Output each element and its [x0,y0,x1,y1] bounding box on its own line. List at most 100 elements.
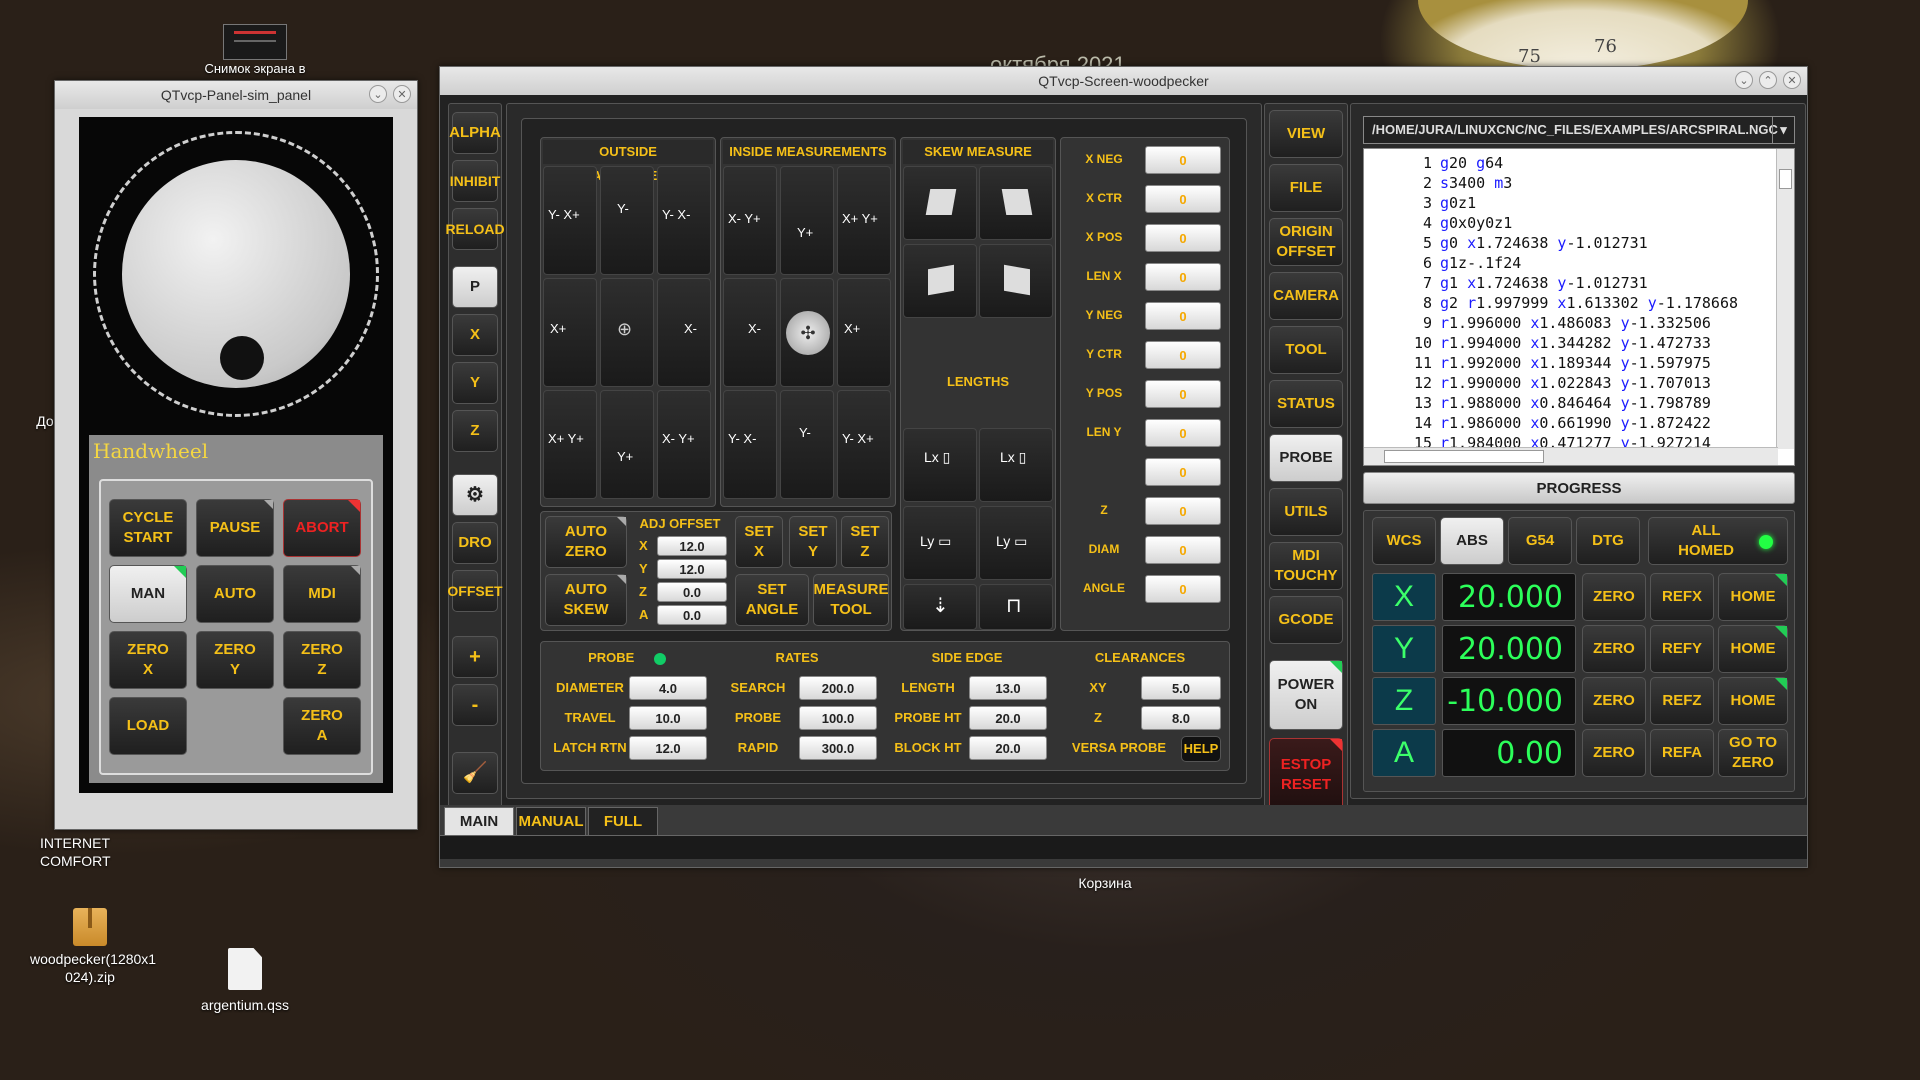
desktop-icon-trash[interactable]: Корзина [1060,874,1150,892]
length-tile[interactable]: Lx ▯ [903,428,977,502]
tab-manual[interactable]: MANUAL [516,807,586,835]
probe-tab-button[interactable]: PROBE [1269,434,1343,482]
probe-tile[interactable]: X- Y+ [723,166,777,275]
inhibit-button[interactable]: INHIBIT [450,160,500,202]
probe-tile[interactable]: ✣ [780,278,834,387]
desktop-icon-qss[interactable]: argentium.qss [190,948,300,1014]
axis-label[interactable]: X [1372,573,1436,621]
rapid-rate-field[interactable]: 300.0 [799,736,877,760]
latch-rtn-field[interactable]: 12.0 [629,736,707,760]
length-field[interactable]: 13.0 [969,676,1047,700]
set-z-button[interactable]: SET Z [841,516,889,568]
tool-button[interactable]: TOOL [1269,326,1343,374]
length-tile[interactable]: Lx ▯ [979,428,1053,502]
gcode-line[interactable]: 7 g1 x1.724638 y-1.012731 [1364,273,1794,293]
gcode-line[interactable]: 3 g0z1 [1364,193,1794,213]
adj-offset-y-field[interactable]: 12.0 [657,559,727,579]
probe-tile[interactable]: ⊕ [600,278,654,387]
clear-broom-icon[interactable]: 🧹 [452,752,498,794]
jog-x-button[interactable]: X [452,314,498,356]
probe-tile[interactable]: X+ Y+ [543,390,597,499]
axis-label[interactable]: Y [1372,625,1436,673]
probe-tile[interactable]: Y+ [600,390,654,499]
set-angle-button[interactable]: SET ANGLE [735,574,809,626]
axis-label[interactable]: Z [1372,677,1436,725]
close-icon[interactable]: ✕ [393,85,411,103]
man-mode-button[interactable]: MAN [109,565,187,623]
gcode-line[interactable]: 5 g0 x1.724638 y-1.012731 [1364,233,1794,253]
skew-tile[interactable] [979,166,1053,240]
pause-button[interactable]: PAUSE [196,499,274,557]
gcode-editor[interactable]: 1 g20 g64 2 s3400 m3 3 g0z1 4 g0x0y0z1 5 g0 x1.72… [1363,148,1795,466]
zero-axis-button[interactable]: ZERO [1582,625,1646,673]
help-button[interactable]: HELP [1181,736,1221,762]
probe-tile[interactable]: X- Y+ [657,390,711,499]
desktop-icon-zip[interactable]: woodpecker(1280x1 024).zip [20,908,160,986]
adj-offset-z-field[interactable]: 0.0 [657,582,727,602]
camera-button[interactable]: CAMERA [1269,272,1343,320]
auto-mode-button[interactable]: AUTO [196,565,274,623]
gcode-button[interactable]: GCODE [1269,596,1343,644]
mdi-mode-button[interactable]: MDI [283,565,361,623]
zero-a-button[interactable]: ZERO A [283,697,361,755]
zero-axis-button[interactable]: ZERO [1582,573,1646,621]
home-axis-button[interactable]: HOME [1718,625,1788,673]
probe-tile[interactable]: Y- [780,390,834,499]
dtg-button[interactable]: DTG [1576,517,1640,565]
maximize-icon[interactable]: ⌃ [1759,71,1777,89]
probe-tile[interactable]: X- [657,278,711,387]
skew-tile[interactable] [979,244,1053,318]
probe-tile[interactable]: X+ Y+ [837,166,891,275]
abort-button[interactable]: ABORT [283,499,361,557]
probe-tile[interactable]: Y- X- [657,166,711,275]
set-x-button[interactable]: SET X [735,516,783,568]
load-button[interactable]: LOAD [109,697,187,755]
probe-ht-field[interactable]: 20.0 [969,706,1047,730]
home-axis-button[interactable]: GO TO ZERO [1718,729,1788,777]
set-y-button[interactable]: SET Y [789,516,837,568]
wcs-button[interactable]: WCS [1372,517,1436,565]
auto-zero-button[interactable]: AUTO ZERO [545,516,627,568]
gcode-line[interactable]: 9 r1.996000 x1.486083 y-1.332506 [1364,313,1794,333]
home-axis-button[interactable]: HOME [1718,677,1788,725]
horizontal-scrollbar[interactable] [1364,447,1778,465]
home-axis-button[interactable]: HOME [1718,573,1788,621]
adj-offset-x-field[interactable]: 12.0 [657,536,727,556]
decrease-button[interactable]: - [452,684,498,726]
probe-tool-tile[interactable]: ⊓ [979,584,1053,630]
zero-axis-button[interactable]: ZERO [1582,677,1646,725]
probe-tile[interactable]: Y- X+ [543,166,597,275]
origin-offset-button[interactable]: ORIGIN OFFSET [1269,218,1343,266]
alpha-button[interactable]: ALPHA [449,112,501,154]
ref-axis-button[interactable]: REFA [1650,729,1714,777]
gcode-line[interactable]: 14 r1.986000 x0.661990 y-1.872422 [1364,413,1794,433]
jog-p-button[interactable]: P [452,266,498,308]
increase-button[interactable]: + [452,636,498,678]
adj-offset-a-field[interactable]: 0.0 [657,605,727,625]
probe-tile[interactable]: Y- X+ [837,390,891,499]
gcode-line[interactable]: 1 g20 g64 [1364,153,1794,173]
reload-button[interactable]: RELOAD [445,208,505,250]
zero-axis-button[interactable]: ZERO [1582,729,1646,777]
probe-tile[interactable]: X+ [837,278,891,387]
dro-button[interactable]: DRO [452,522,498,564]
close-icon[interactable]: ✕ [1783,71,1801,89]
probe-rate-field[interactable]: 100.0 [799,706,877,730]
gcode-line[interactable]: 12 r1.990000 x1.022843 y-1.707013 [1364,373,1794,393]
probe-tile[interactable]: Y+ [780,166,834,275]
desktop-icon-screenshot[interactable]: Снимок экрана в [195,24,315,78]
jog-y-button[interactable]: Y [452,362,498,404]
probe-tile[interactable]: X- [723,278,777,387]
handwheel-knob[interactable] [122,160,350,388]
mdi-touchy-button[interactable]: MDI TOUCHY [1269,542,1343,590]
probe-tool-icon[interactable]: ⚙ [452,474,498,516]
length-tile[interactable]: Ly ▭ [979,506,1053,580]
vertical-scrollbar[interactable] [1776,149,1794,449]
measure-tool-button[interactable]: MEASURE TOOL [813,574,889,626]
xy-clearance-field[interactable]: 5.0 [1141,676,1221,700]
utils-button[interactable]: UTILS [1269,488,1343,536]
main-window-titlebar[interactable]: QTvcp-Screen-woodpecker ⌄ ⌃ ✕ [440,67,1807,95]
handwheel-dial[interactable] [93,131,379,417]
gcode-line[interactable]: 4 g0x0y0z1 [1364,213,1794,233]
probe-tile[interactable]: X+ [543,278,597,387]
